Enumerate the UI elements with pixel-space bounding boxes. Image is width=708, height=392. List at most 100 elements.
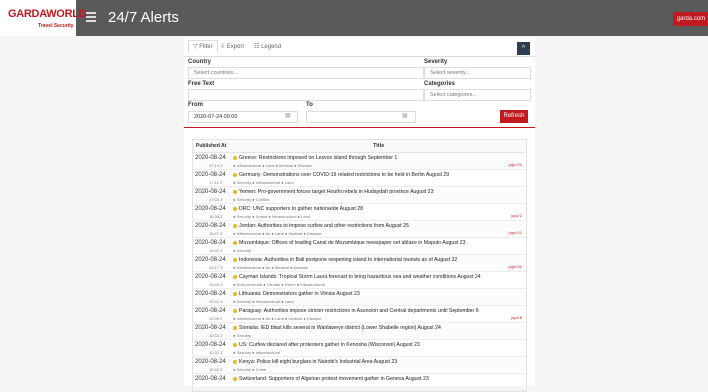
row-title-link[interactable]: US: Curfew declared after protesters gat… <box>239 342 420 348</box>
tab-filter[interactable]: ▽ Filter <box>188 40 218 54</box>
row-title-link[interactable]: Cayman Islands: Tropical Storm Laura for… <box>239 274 481 280</box>
refresh-button[interactable]: Refresh <box>500 110 528 123</box>
col-published-header[interactable]: Published At <box>196 143 226 149</box>
table-row[interactable]: 2020-08-24 17:03 Z Yemen: Pro-government f… <box>193 187 526 204</box>
row-categories: ● Security <box>233 333 251 338</box>
table-row[interactable]: 2020-08-24 12:09 Z Paraguay: Authorities i… <box>193 306 526 323</box>
row-time: 10:02 Z <box>209 367 223 372</box>
row-title-link[interactable]: Greece: Restrictions imposed on Lesvos i… <box>239 155 397 161</box>
row-date: 2020-08-24 <box>195 274 226 280</box>
row-categories: ● Security ● Unrest ● Infrastructural ● … <box>233 214 311 219</box>
row-categories: ● Security ● Infrastructural ● Land <box>233 180 294 185</box>
table-row[interactable]: 2020-08-24 12:41 Z Lithuania: Demonstrator… <box>193 289 526 306</box>
collapse-chevron-up-icon[interactable]: ^ <box>517 42 530 55</box>
row-title-link[interactable]: Kenya: Police kill eight burglars in Nai… <box>239 359 397 365</box>
row-categories: ● Infrastructural ● Air ● Medical ● Dise… <box>233 265 308 270</box>
table-row[interactable]: 2020-08-24 15:02 Z Mozambique: Offices of … <box>193 238 526 255</box>
row-categories: ● Security <box>233 248 251 253</box>
row-time: 10:53 Z <box>209 333 223 338</box>
row-date: 2020-08-24 <box>195 308 226 314</box>
row-title-link[interactable]: Indonesia: Authorities in Bali postpone … <box>239 257 457 263</box>
table-row[interactable]: 2020-08-24 10:32 Z US: Curfew declared aft… <box>193 340 526 357</box>
row-date: 2020-08-24 <box>195 359 226 365</box>
alerts-panel: ▽ Filter ⇩ Export ☷ Legend ^ Country Sel… <box>184 38 535 392</box>
row-time: 17:11 Z <box>209 180 223 185</box>
row-time: 17:13 Z <box>209 163 223 168</box>
country-label: Country <box>188 59 211 65</box>
row-title-link[interactable]: Somalia: IED blast kills several in Wanl… <box>239 325 441 331</box>
row-date: 2020-08-24 <box>195 291 226 297</box>
tab-legend[interactable]: ☷ Legend <box>254 43 281 50</box>
row-title-link[interactable]: Switzerland: Supporters of Algerian prot… <box>239 376 429 382</box>
table-row[interactable]: 2020-08-24 15:47 Z Jordan: Authorities to … <box>193 221 526 238</box>
table-row[interactable]: 2020-08-24 10:53 Z Somalia: IED blast kill… <box>193 323 526 340</box>
row-date: 2020-08-24 <box>195 189 226 195</box>
severity-dot-icon <box>233 173 237 177</box>
table-row[interactable]: 2020-08-24 16:38 Z DRC: UNC supporters to … <box>193 204 526 221</box>
garda-com-link[interactable]: garda.com <box>673 12 708 26</box>
table-row[interactable]: 2020-08-24 17:13 Z Greece: Restrictions im… <box>193 153 526 170</box>
row-time: 13:49 Z <box>209 282 223 287</box>
table-row[interactable]: 2020-08-24 Switzerland: Supporters of Alg… <box>193 374 526 391</box>
row-update-badge: (upd 32 <box>508 264 522 269</box>
freetext-label: Free Text <box>188 81 215 87</box>
categories-select[interactable]: Select categories... <box>424 89 531 101</box>
tab-export-label: Export <box>226 44 245 50</box>
row-time: 15:02 Z <box>209 248 223 253</box>
row-date: 2020-08-24 <box>195 172 226 178</box>
severity-select[interactable]: Select severity... <box>424 67 531 79</box>
top-bar: GARDAWORLD Travel Security 24/7 Alerts g… <box>0 0 708 36</box>
freetext-input[interactable] <box>188 89 424 101</box>
row-title-link[interactable]: Jordan: Authorities to impose curfew and… <box>239 223 409 229</box>
row-time: 16:38 Z <box>209 214 223 219</box>
severity-dot-icon <box>233 190 237 194</box>
row-title-link[interactable]: Lithuania: Demonstrators gather in Vilni… <box>239 291 360 297</box>
severity-dot-icon <box>233 343 237 347</box>
severity-dot-icon <box>233 377 237 381</box>
col-title-header[interactable]: Title <box>373 143 384 149</box>
table-header: Published At Title <box>193 140 526 153</box>
divider <box>184 127 535 128</box>
row-time: 12:41 Z <box>209 299 223 304</box>
gardaworld-logo[interactable]: GARDAWORLD Travel Security <box>0 0 87 36</box>
row-title-link[interactable]: Yemen: Pro-government forces target Hout… <box>239 189 433 195</box>
row-date: 2020-08-24 <box>195 155 226 161</box>
categories-label: Categories <box>424 81 456 87</box>
severity-label: Severity <box>424 59 448 65</box>
severity-dot-icon <box>233 241 237 245</box>
table-row[interactable]: 2020-08-24 10:02 Z Kenya: Police kill eigh… <box>193 357 526 374</box>
calendar-icon[interactable]: ▦ <box>285 112 291 119</box>
row-title-link[interactable]: Paraguay: Authorities impose stricter re… <box>239 308 479 314</box>
country-select[interactable]: Select countries... <box>188 67 424 79</box>
row-update-badge: (upd 8 <box>510 315 522 320</box>
from-date-input[interactable]: 2020-07-24 00:00 <box>188 111 298 123</box>
severity-dot-icon <box>233 258 237 262</box>
row-time: 12:09 Z <box>209 316 223 321</box>
to-date-input[interactable] <box>306 111 416 123</box>
row-title-link[interactable]: Mozambique: Offices of leading Canal de … <box>239 240 466 246</box>
row-title-link[interactable]: DRC: UNC supporters to gather nationwide… <box>239 206 363 212</box>
filter-tabbar: ▽ Filter ⇩ Export ☷ Legend ^ <box>184 38 535 57</box>
row-categories: ● Security ● Conflict <box>233 197 269 202</box>
row-categories: ● Security ● Crime <box>233 367 267 372</box>
hamburger-menu-icon[interactable] <box>86 12 96 22</box>
row-update-badge: (upd 21 <box>508 162 522 167</box>
severity-dot-icon <box>233 309 237 313</box>
alerts-table: Published At Title 2020-08-24 17:13 Z Gree… <box>192 139 527 392</box>
tab-filter-label: Filter <box>199 44 213 50</box>
row-time: 10:32 Z <box>209 350 223 355</box>
calendar-icon[interactable]: ▦ <box>402 112 408 119</box>
export-icon: ⇩ <box>220 44 226 50</box>
row-update-badge: (upd 21 <box>508 230 522 235</box>
filter-icon: ▽ <box>193 44 198 50</box>
to-label: To <box>306 102 313 108</box>
severity-dot-icon <box>233 275 237 279</box>
table-row[interactable]: 2020-08-24 14:17 Z Indonesia: Authorities … <box>193 255 526 272</box>
row-categories: ● Infrastructural ● Air ● Land ● Medical… <box>233 316 322 321</box>
severity-dot-icon <box>233 326 237 330</box>
table-row[interactable]: 2020-08-24 17:11 Z Germany: Demonstrations… <box>193 170 526 187</box>
tab-export[interactable]: ⇩ Export <box>220 43 244 50</box>
row-date: 2020-08-24 <box>195 376 226 382</box>
table-row[interactable]: 2020-08-24 13:49 Z Cayman Islands: Tropica… <box>193 272 526 289</box>
row-title-link[interactable]: Germany: Demonstrations over COVID-19 re… <box>239 172 449 178</box>
